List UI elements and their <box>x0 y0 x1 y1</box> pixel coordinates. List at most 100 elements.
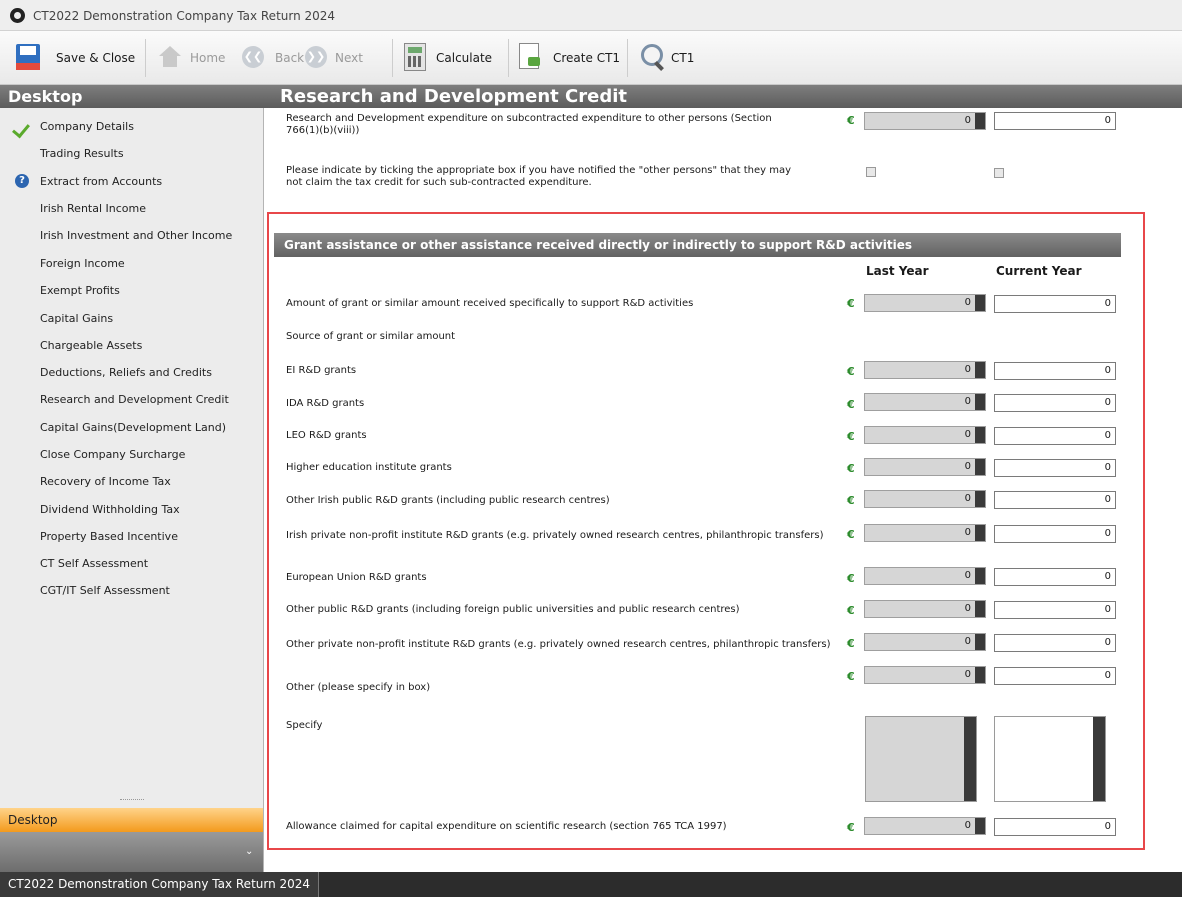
row-label: Other Irish public R&D grants (including… <box>286 495 610 506</box>
sidebar-item-company-details[interactable]: Company Details <box>40 120 134 133</box>
irish-private-grants-last-year: 0 <box>864 524 986 542</box>
window-title: CT2022 Demonstration Company Tax Return … <box>33 9 336 23</box>
sidebar-item-trading-results[interactable]: Trading Results <box>40 147 124 160</box>
calculator-icon <box>404 43 426 71</box>
sidebar-item-extract-from-accounts[interactable]: Extract from Accounts <box>40 175 162 188</box>
ei-grants-current-year[interactable]: 0 <box>994 362 1116 380</box>
ida-grants-last-year: 0 <box>864 393 986 411</box>
status-text: CT2022 Demonstration Company Tax Return … <box>0 872 320 897</box>
subcontracted-current-year[interactable]: 0 <box>994 112 1116 130</box>
toolbar-divider <box>145 39 146 77</box>
create-ct1-button[interactable]: Create CT1 <box>519 42 620 74</box>
toolbar-divider <box>627 39 628 77</box>
status-bar: CT2022 Demonstration Company Tax Return … <box>0 872 1182 897</box>
last-year-header: Last Year <box>866 264 929 278</box>
page-title: Research and Development Credit <box>264 85 1182 108</box>
title-bar: CT2022 Demonstration Company Tax Return … <box>0 0 1182 31</box>
irish-public-grants-current-year[interactable]: 0 <box>994 491 1116 509</box>
check-icon <box>12 119 30 139</box>
row-label: Irish private non-profit institute R&D g… <box>286 530 824 541</box>
row-label: Other private non-profit institute R&D g… <box>286 639 831 650</box>
help-icon: ? <box>15 174 29 188</box>
sidebar-item-cgt-it-self-assessment[interactable]: CGT/IT Self Assessment <box>40 584 170 597</box>
row-label: Higher education institute grants <box>286 462 452 473</box>
leo-grants-last-year: 0 <box>864 426 986 444</box>
euro-symbol: € <box>847 462 855 475</box>
next-arrow-icon: ❯❯ <box>305 46 327 68</box>
sidebar-item-irish-rental-income[interactable]: Irish Rental Income <box>40 202 146 215</box>
row-label: IDA R&D grants <box>286 398 365 409</box>
ei-grants-last-year: 0 <box>864 361 986 379</box>
splitter-grip[interactable] <box>120 799 144 803</box>
save-close-label: Save & Close <box>56 51 136 65</box>
notify-current-year-checkbox[interactable] <box>994 168 1004 178</box>
sidebar-item-rd-credit[interactable]: Research and Development Credit <box>40 393 229 406</box>
home-icon <box>159 46 181 68</box>
source-label: Source of grant or similar amount <box>286 331 456 342</box>
ct1-label: CT1 <box>671 51 695 65</box>
ct1-view-button[interactable]: CT1 <box>639 42 699 74</box>
scrollbar[interactable] <box>964 717 976 801</box>
eu-grants-current-year[interactable]: 0 <box>994 568 1116 586</box>
sidebar-item-ct-self-assessment[interactable]: CT Self Assessment <box>40 557 148 570</box>
desktop-panel-button[interactable]: Desktop <box>0 808 263 832</box>
other-grants-current-year[interactable]: 0 <box>994 667 1116 685</box>
higher-ed-grants-current-year[interactable]: 0 <box>994 459 1116 477</box>
irish-private-grants-current-year[interactable]: 0 <box>994 525 1116 543</box>
euro-symbol: € <box>847 821 855 834</box>
sidebar-item-capital-gains[interactable]: Capital Gains <box>40 312 113 325</box>
euro-symbol: € <box>847 572 855 585</box>
grant-amount-last-year: 0 <box>864 294 986 312</box>
sidebar-item-property-incentive[interactable]: Property Based Incentive <box>40 530 178 543</box>
irish-public-grants-last-year: 0 <box>864 490 986 508</box>
ida-grants-current-year[interactable]: 0 <box>994 394 1116 412</box>
next-label: Next <box>335 51 363 65</box>
sidebar-item-deductions[interactable]: Deductions, Reliefs and Credits <box>40 366 212 379</box>
back-button[interactable]: ❮❮ Back <box>242 42 305 74</box>
save-close-button[interactable]: Save & Close <box>16 42 136 74</box>
calculate-button[interactable]: Calculate <box>404 42 500 74</box>
toolbar-divider <box>508 39 509 77</box>
euro-symbol: € <box>847 637 855 650</box>
chevron-down-icon[interactable]: ⌄ <box>245 846 253 857</box>
sidebar-item-recovery-of-income-tax[interactable]: Recovery of Income Tax <box>40 475 171 488</box>
euro-symbol: € <box>847 114 855 127</box>
specify-last-year-textarea <box>865 716 977 802</box>
home-button[interactable]: Home <box>157 42 233 74</box>
grant-section-header: Grant assistance or other assistance rec… <box>274 233 1121 257</box>
magnifier-icon <box>641 44 663 66</box>
row-label: LEO R&D grants <box>286 430 367 441</box>
sidebar-item-exempt-profits[interactable]: Exempt Profits <box>40 284 120 297</box>
row-label: European Union R&D grants <box>286 572 427 583</box>
other-private-grants-current-year[interactable]: 0 <box>994 634 1116 652</box>
notify-last-year-checkbox <box>866 167 876 177</box>
current-year-header: Current Year <box>996 264 1082 278</box>
back-label: Back <box>275 51 305 65</box>
sidebar-item-close-company-surcharge[interactable]: Close Company Surcharge <box>40 448 185 461</box>
sidebar-footer: ⌄ <box>0 832 263 872</box>
other-public-grants-current-year[interactable]: 0 <box>994 601 1116 619</box>
euro-symbol: € <box>847 494 855 507</box>
subcontracted-last-year: 0 <box>864 112 986 130</box>
subcontracted-label: Research and Development expenditure on … <box>286 113 772 136</box>
sidebar-item-irish-investment[interactable]: Irish Investment and Other Income <box>40 229 232 242</box>
sidebar-item-dividend-withholding[interactable]: Dividend Withholding Tax <box>40 503 180 516</box>
grant-amount-current-year[interactable]: 0 <box>994 295 1116 313</box>
sidebar: Desktop ? Company Details Trading Result… <box>0 85 264 872</box>
sidebar-item-chargeable-assets[interactable]: Chargeable Assets <box>40 339 142 352</box>
home-label: Home <box>190 51 226 65</box>
next-button[interactable]: ❯❯ Next <box>305 42 383 74</box>
leo-grants-current-year[interactable]: 0 <box>994 427 1116 445</box>
other-public-grants-last-year: 0 <box>864 600 986 618</box>
other-private-grants-last-year: 0 <box>864 633 986 651</box>
back-arrow-icon: ❮❮ <box>242 46 264 68</box>
allowance-current-year[interactable]: 0 <box>994 818 1116 836</box>
euro-symbol: € <box>847 430 855 443</box>
scrollbar[interactable] <box>1093 717 1105 801</box>
sidebar-title: Desktop <box>0 85 264 108</box>
sidebar-item-foreign-income[interactable]: Foreign Income <box>40 257 125 270</box>
app-logo-icon <box>10 8 25 23</box>
specify-current-year-textarea[interactable] <box>994 716 1106 802</box>
sidebar-item-capital-gains-dev-land[interactable]: Capital Gains(Development Land) <box>40 421 226 434</box>
row-label: Other public R&D grants (including forei… <box>286 604 740 615</box>
